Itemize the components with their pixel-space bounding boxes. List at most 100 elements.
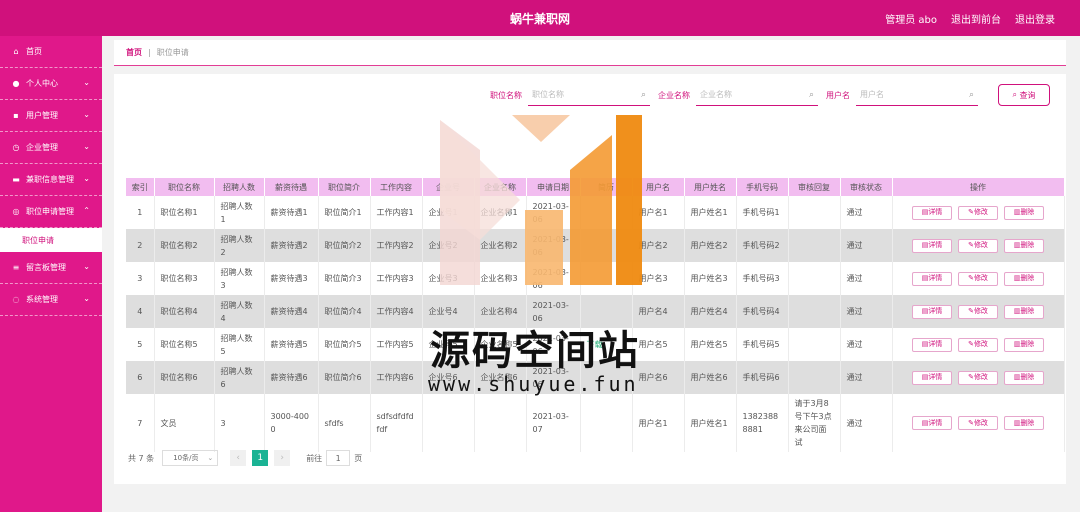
sidebar-item-label: 留言板管理 bbox=[26, 263, 66, 272]
username-input[interactable] bbox=[860, 90, 964, 99]
table-cell: 通过 bbox=[840, 361, 893, 394]
column-header: 企业名称 bbox=[474, 178, 527, 196]
delete-button-label: 删除 bbox=[1020, 340, 1035, 348]
detail-button-label: 详情 bbox=[928, 418, 943, 427]
job-name-input[interactable] bbox=[532, 90, 636, 99]
table-cell: 企业名称1 bbox=[474, 196, 527, 229]
sidebar-item-home[interactable]: ⌂ 首页 bbox=[0, 36, 102, 68]
page-size-select[interactable]: 10条/页 ⌄ bbox=[162, 450, 219, 466]
detail-button[interactable]: ▤ 详情 bbox=[912, 337, 952, 352]
goto-page-input[interactable]: 1 bbox=[326, 450, 351, 466]
edit-button[interactable]: ✎ 修改 bbox=[958, 238, 998, 253]
delete-button[interactable]: ▥ 删除 bbox=[1004, 205, 1044, 220]
job-name-label: 职位名称 bbox=[490, 90, 522, 100]
page-1-button[interactable]: 1 bbox=[252, 450, 269, 466]
actions-cell: ▤ 详情 ✎ 修改 ▥ 删除 bbox=[892, 196, 1065, 229]
detail-button-label: 详情 bbox=[928, 208, 943, 216]
table-cell: sfdfs bbox=[318, 394, 371, 452]
table-cell: 通过 bbox=[840, 196, 893, 229]
clock-icon: ◷ bbox=[12, 143, 20, 152]
table-cell: 用户名2 bbox=[632, 229, 685, 262]
delete-button[interactable]: ▥ 删除 bbox=[1004, 238, 1044, 253]
table-cell: 用户姓名3 bbox=[684, 262, 737, 295]
edit-button[interactable]: ✎ 修改 bbox=[958, 304, 998, 319]
resume-download-link[interactable]: 下载 bbox=[587, 340, 603, 349]
prev-page-button[interactable]: ‹ bbox=[230, 450, 247, 466]
next-page-button[interactable]: › bbox=[274, 450, 291, 466]
delete-button[interactable]: ▥ 删除 bbox=[1004, 304, 1044, 319]
sidebar-item-parttime-management[interactable]: ▬ 兼职信息管理 ⌄ bbox=[0, 164, 102, 196]
sidebar-item-application-management[interactable]: ◎ 职位申请管理 ⌃ bbox=[0, 196, 102, 228]
table-cell bbox=[788, 262, 841, 295]
trash-icon: ▥ bbox=[1013, 373, 1021, 381]
detail-button[interactable]: ▤ 详情 bbox=[912, 370, 952, 385]
query-button[interactable]: ⌕ 查询 bbox=[998, 84, 1050, 106]
edit-button[interactable]: ✎ 修改 bbox=[958, 271, 998, 286]
table-cell bbox=[422, 394, 475, 452]
sidebar-item-message-board[interactable]: ≡ 留言板管理 ⌄ bbox=[0, 252, 102, 284]
table-cell: 2021-03-06 bbox=[526, 229, 581, 262]
admin-user-label[interactable]: 管理员 abo bbox=[885, 11, 937, 26]
table-cell: 企业号1 bbox=[422, 196, 475, 229]
table-cell bbox=[788, 328, 841, 361]
edit-button[interactable]: ✎ 修改 bbox=[958, 337, 998, 352]
table-cell: 职位名称6 bbox=[154, 361, 215, 394]
sidebar-subitem-application[interactable]: 职位申请 bbox=[0, 228, 102, 252]
delete-button[interactable]: ▥ 删除 bbox=[1004, 370, 1044, 385]
column-header: 简历 bbox=[580, 178, 633, 196]
trash-icon: ▥ bbox=[1013, 274, 1021, 282]
sidebar-item-label: 系统管理 bbox=[26, 295, 58, 304]
chevron-down-icon: ⌄ bbox=[83, 110, 90, 119]
company-name-input[interactable] bbox=[700, 90, 804, 99]
detail-button[interactable]: ▤ 详情 bbox=[912, 416, 952, 430]
actions-cell: ▤ 详情 ✎ 修改 ▥ 删除 bbox=[892, 295, 1065, 328]
edit-button[interactable]: ✎ 修改 bbox=[958, 205, 998, 220]
sidebar-item-system-management[interactable]: ◌ 系统管理 ⌄ bbox=[0, 284, 102, 316]
home-icon: ⌂ bbox=[13, 47, 19, 56]
detail-button[interactable]: ▤ 详情 bbox=[912, 271, 952, 286]
column-header: 手机号码 bbox=[736, 178, 789, 196]
table-cell: 用户姓名1 bbox=[684, 196, 737, 229]
edit-button-label: 修改 bbox=[973, 307, 988, 315]
column-header: 职位简介 bbox=[318, 178, 371, 196]
edit-button[interactable]: ✎ 修改 bbox=[958, 370, 998, 385]
column-header: 审核状态 bbox=[840, 178, 893, 196]
target-icon: ◎ bbox=[12, 207, 20, 216]
company-name-field: ⌕ bbox=[696, 84, 818, 106]
exit-to-frontend-link[interactable]: 退出到前台 bbox=[951, 11, 1001, 26]
sidebar-item-user-management[interactable]: ▪ 用户管理 ⌄ bbox=[0, 100, 102, 132]
trash-icon: ▥ bbox=[1013, 241, 1021, 249]
table-cell: 用户名3 bbox=[632, 262, 685, 295]
edit-button[interactable]: ✎ 修改 bbox=[958, 416, 998, 430]
detail-button[interactable]: ▤ 详情 bbox=[912, 205, 952, 220]
job-name-field: ⌕ bbox=[528, 84, 650, 106]
sidebar-item-company-management[interactable]: ◷ 企业管理 ⌄ bbox=[0, 132, 102, 164]
table-cell bbox=[788, 229, 841, 262]
column-header: 工作内容 bbox=[370, 178, 423, 196]
chevron-down-icon: ⌄ bbox=[83, 174, 90, 183]
edit-button-label: 修改 bbox=[973, 340, 988, 348]
table-cell: 职位简介2 bbox=[318, 229, 371, 262]
table-cell: 工作内容6 bbox=[370, 361, 423, 394]
detail-button[interactable]: ▤ 详情 bbox=[912, 238, 952, 253]
table-cell: 通过 bbox=[840, 295, 893, 328]
logout-link[interactable]: 退出登录 bbox=[1015, 11, 1055, 26]
table-cell: 请于3月8号下午3点来公司面试 bbox=[788, 394, 841, 452]
power-icon: ◌ bbox=[12, 295, 20, 304]
delete-button[interactable]: ▥ 删除 bbox=[1004, 416, 1044, 430]
sidebar-item-label: 职位申请管理 bbox=[26, 207, 74, 216]
search-icon: ⌕ bbox=[640, 90, 646, 100]
table-cell: 用户名1 bbox=[632, 394, 685, 452]
detail-button[interactable]: ▤ 详情 bbox=[912, 304, 952, 319]
sidebar: ⌂ 首页 ● 个人中心 ⌄ ▪ 用户管理 ⌄ ◷ 企业管理 ⌄ ▬ 兼职信息管理… bbox=[0, 36, 102, 512]
delete-button-label: 删除 bbox=[1020, 241, 1035, 249]
sidebar-item-personal-center[interactable]: ● 个人中心 ⌄ bbox=[0, 68, 102, 100]
top-bar: 蜗牛兼职网 管理员 abo 退出到前台 退出登录 bbox=[0, 0, 1080, 36]
document-icon: ▤ bbox=[921, 307, 929, 315]
delete-button[interactable]: ▥ 删除 bbox=[1004, 337, 1044, 352]
delete-button[interactable]: ▥ 删除 bbox=[1004, 271, 1044, 286]
breadcrumb-home[interactable]: 首页 bbox=[126, 47, 142, 58]
column-header: 用户名 bbox=[632, 178, 685, 196]
trash-icon: ▥ bbox=[1013, 208, 1021, 216]
table-cell: 下载 bbox=[580, 328, 633, 361]
